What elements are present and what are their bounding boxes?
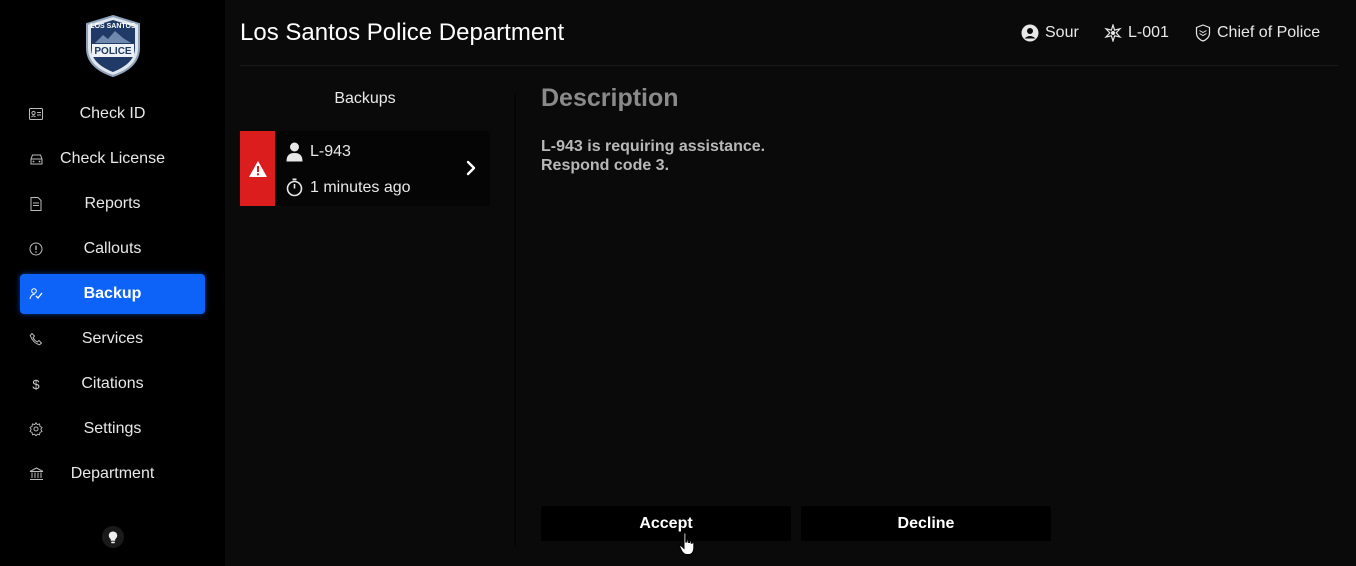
- decline-button[interactable]: Decline: [801, 506, 1051, 541]
- sidebar-item-label: Services: [81, 330, 144, 347]
- sidebar-item-label: Backup: [83, 285, 142, 302]
- dollar-icon: $: [28, 376, 44, 392]
- description-line-2: Respond code 3.: [541, 157, 670, 174]
- alert-badge: [240, 131, 275, 206]
- header-rank-title: Chief of Police: [1217, 24, 1321, 41]
- id-card-icon: [28, 106, 44, 122]
- backup-unit-row: L-943: [286, 142, 351, 162]
- sidebar: LOS SANTOS POLICE Check ID Check License…: [0, 0, 225, 566]
- column-divider: [514, 94, 516, 546]
- page-title: Los Santos Police Department: [240, 19, 565, 46]
- sidebar-item-label: Check License: [60, 150, 165, 167]
- chevron-right-icon[interactable]: [466, 160, 476, 181]
- sidebar-item-citations[interactable]: $ Citations: [20, 364, 205, 404]
- backup-request-card[interactable]: L-943 1 minutes ago: [240, 131, 490, 206]
- sidebar-item-label: Department: [70, 465, 155, 482]
- sidebar-item-label: Citations: [81, 375, 144, 392]
- hand-cursor-icon: [679, 532, 695, 561]
- sidebar-item-label: Reports: [84, 195, 141, 212]
- sidebar-item-services[interactable]: Services: [20, 319, 205, 359]
- header-user: Sour: [1021, 24, 1079, 42]
- header-divider: [240, 65, 1338, 66]
- header-unit: L-001: [1104, 24, 1169, 42]
- header-unit-id: L-001: [1128, 24, 1169, 41]
- sidebar-item-backup[interactable]: Backup: [20, 274, 205, 314]
- gear-icon: [28, 421, 44, 437]
- backup-time-row: 1 minutes ago: [286, 178, 411, 197]
- sidebar-item-reports[interactable]: Reports: [20, 184, 205, 224]
- description-heading: Description: [541, 84, 679, 112]
- sidebar-item-callouts[interactable]: Callouts: [20, 229, 205, 269]
- bank-icon: [28, 466, 44, 482]
- backups-heading: Backups: [334, 90, 396, 107]
- header-user-name: Sour: [1045, 24, 1079, 41]
- logo-text-main: POLICE: [94, 46, 132, 57]
- lightbulb-icon[interactable]: [102, 526, 124, 548]
- sidebar-item-check-id[interactable]: Check ID: [20, 94, 205, 134]
- description-line-1: L-943 is requiring assistance.: [541, 138, 766, 155]
- user-circle-icon: [1021, 24, 1039, 42]
- phone-icon: [28, 331, 44, 347]
- logo-text-top: LOS SANTOS: [90, 23, 136, 30]
- sidebar-item-label: Callouts: [83, 240, 142, 257]
- description-body: L-943 is requiring assistance. Respond c…: [541, 137, 765, 175]
- sidebar-item-check-license[interactable]: Check License: [20, 139, 205, 179]
- police-star-icon: [1104, 24, 1122, 42]
- file-icon: [28, 196, 44, 212]
- sidebar-item-label: Settings: [83, 420, 142, 437]
- stopwatch-icon: [286, 178, 303, 197]
- backup-time-label: 1 minutes ago: [310, 178, 411, 196]
- app-root: LOS SANTOS POLICE Check ID Check License…: [0, 0, 1356, 566]
- sidebar-item-label: Check ID: [79, 105, 146, 122]
- car-icon: [28, 151, 44, 167]
- sidebar-item-settings[interactable]: Settings: [20, 409, 205, 449]
- svg-text:$: $: [32, 377, 40, 391]
- backup-icon: [28, 286, 44, 302]
- backup-unit-label: L-943: [310, 143, 351, 160]
- alert-circle-icon: [28, 241, 44, 257]
- user-icon: [286, 142, 303, 162]
- rank-shield-icon: [1195, 24, 1211, 42]
- header-rank: Chief of Police: [1195, 24, 1320, 42]
- department-logo: LOS SANTOS POLICE: [81, 14, 145, 78]
- sidebar-item-department[interactable]: Department: [20, 454, 205, 494]
- accept-button[interactable]: Accept: [541, 506, 791, 541]
- warning-triangle-icon: [248, 160, 267, 177]
